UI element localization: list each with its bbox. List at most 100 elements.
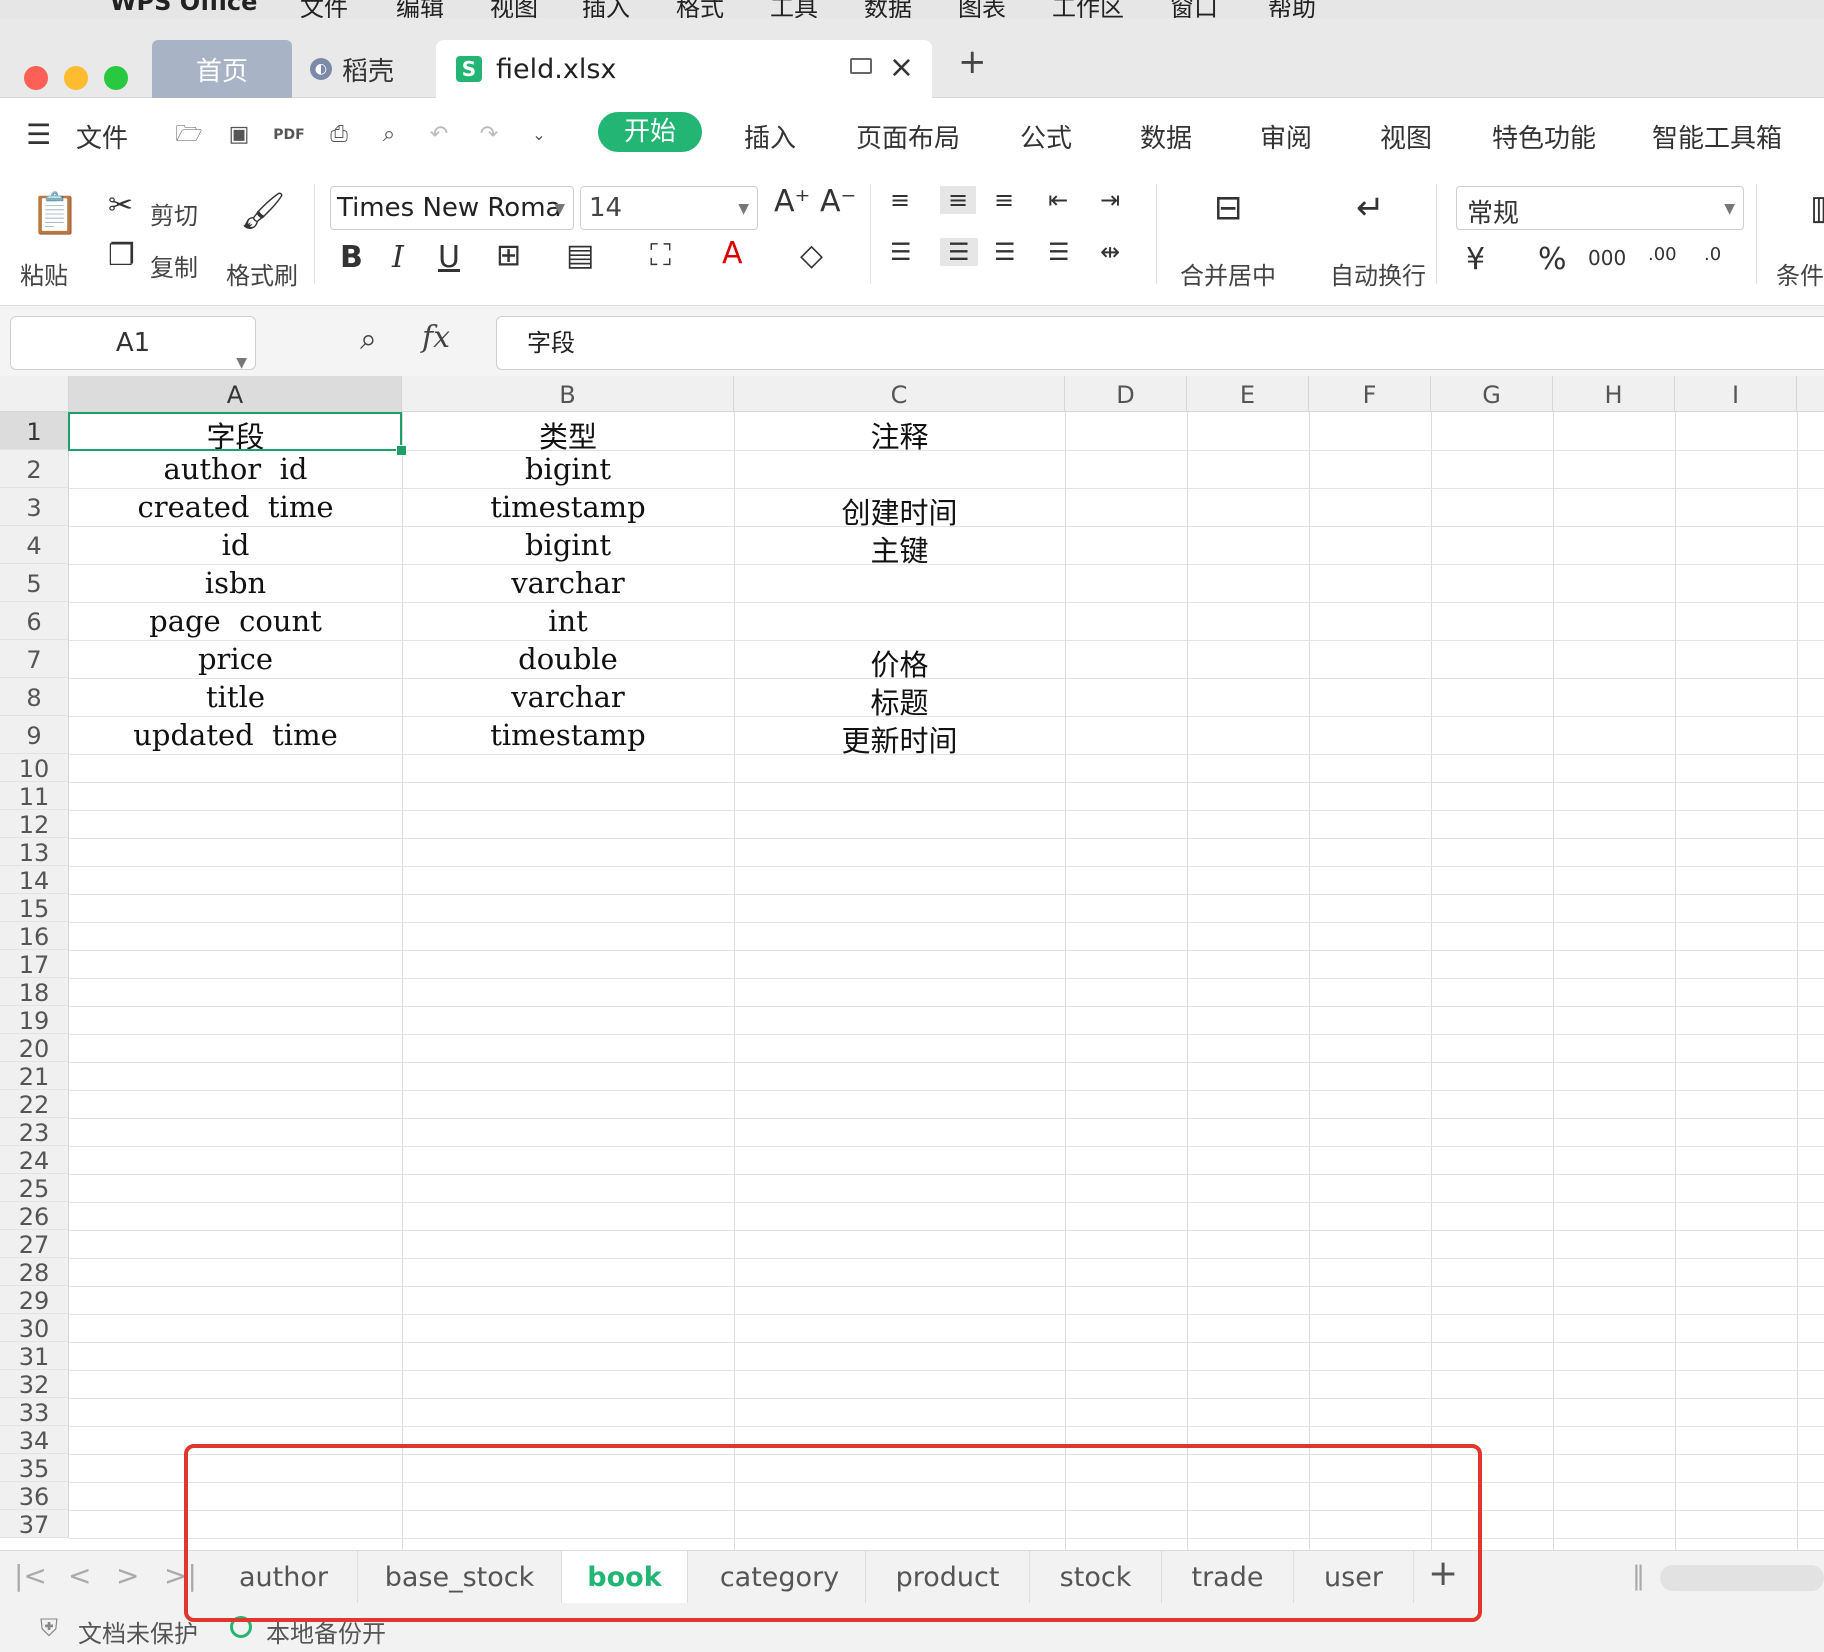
- row-header-5[interactable]: 5: [0, 564, 69, 602]
- decrease-indent-icon[interactable]: ⇤: [1048, 186, 1068, 214]
- increase-font-icon[interactable]: A⁺: [774, 184, 810, 219]
- cell-a3[interactable]: created time: [69, 490, 402, 524]
- bold-icon[interactable]: B: [340, 240, 363, 275]
- cell-a2[interactable]: author id: [69, 452, 402, 486]
- align-right-icon[interactable]: ☰: [994, 238, 1016, 266]
- row-header-13[interactable]: 13: [0, 838, 69, 867]
- align-bottom-icon[interactable]: ≡: [994, 186, 1014, 214]
- increase-decimal-icon[interactable]: .00: [1648, 244, 1677, 265]
- border-icon[interactable]: ⊞: [496, 238, 521, 273]
- column-header-i[interactable]: I: [1675, 376, 1797, 412]
- tab-home[interactable]: 首页: [152, 40, 292, 98]
- number-format-select[interactable]: 常规 ▼: [1456, 186, 1744, 230]
- spreadsheet-grid[interactable]: A B C D E F G H I 1 字段 类型 注释 2 author id…: [0, 376, 1824, 1550]
- row-header-30[interactable]: 30: [0, 1314, 69, 1343]
- zoom-window-button[interactable]: [104, 66, 128, 90]
- italic-icon[interactable]: I: [392, 240, 404, 275]
- column-header-b[interactable]: B: [402, 376, 734, 412]
- zoom-search-icon[interactable]: ⌕: [360, 322, 377, 357]
- os-menu-file[interactable]: 文件: [300, 0, 348, 18]
- row-header-34[interactable]: 34: [0, 1426, 69, 1455]
- cell-b4[interactable]: bigint: [402, 528, 734, 562]
- os-menu-edit[interactable]: 编辑: [396, 0, 444, 18]
- customize-dropdown-icon[interactable]: ⌄: [522, 118, 556, 152]
- thousands-icon[interactable]: 000: [1588, 246, 1626, 270]
- os-menu-window[interactable]: 窗口: [1170, 0, 1218, 18]
- close-tab-icon[interactable]: ×: [889, 50, 914, 85]
- cell-c1[interactable]: 注释: [734, 414, 1065, 456]
- menu-review[interactable]: 审阅: [1260, 118, 1312, 155]
- wrap-text-button[interactable]: 自动换行: [1330, 256, 1426, 291]
- cell-c7[interactable]: 价格: [734, 642, 1065, 684]
- row-header-4[interactable]: 4: [0, 526, 69, 564]
- cell-b7[interactable]: double: [402, 642, 734, 676]
- row-header-3[interactable]: 3: [0, 488, 69, 526]
- row-header-27[interactable]: 27: [0, 1230, 69, 1259]
- format-painter-icon[interactable]: 🖌: [240, 190, 286, 232]
- cell-b2[interactable]: bigint: [402, 452, 734, 486]
- row-header-20[interactable]: 20: [0, 1034, 69, 1063]
- cell-style-icon[interactable]: ▤: [566, 238, 594, 273]
- row-header-14[interactable]: 14: [0, 866, 69, 895]
- merge-center-button[interactable]: 合并居中: [1180, 256, 1276, 291]
- row-header-37[interactable]: 37: [0, 1510, 69, 1539]
- os-menu-workspace[interactable]: 工作区: [1052, 0, 1124, 18]
- os-menu-app[interactable]: WPS Office: [110, 0, 257, 16]
- cell-c8[interactable]: 标题: [734, 680, 1065, 722]
- row-header-19[interactable]: 19: [0, 1006, 69, 1035]
- save-icon[interactable]: ▣: [222, 118, 256, 152]
- cell-b8[interactable]: varchar: [402, 680, 734, 714]
- row-header-11[interactable]: 11: [0, 782, 69, 811]
- menu-formula[interactable]: 公式: [1020, 118, 1072, 155]
- first-sheet-icon[interactable]: |<: [14, 1559, 47, 1592]
- horizontal-scrollbar[interactable]: [1660, 1565, 1824, 1591]
- row-header-31[interactable]: 31: [0, 1342, 69, 1371]
- row-header-33[interactable]: 33: [0, 1398, 69, 1427]
- merge-center-icon[interactable]: ⊟: [1214, 188, 1243, 228]
- justify-icon[interactable]: ☰: [1048, 238, 1070, 266]
- align-top-icon[interactable]: ≡: [890, 186, 910, 214]
- undo-icon[interactable]: ↶: [422, 118, 456, 152]
- next-sheet-icon[interactable]: >: [116, 1559, 139, 1592]
- cell-a8[interactable]: title: [69, 680, 402, 714]
- row-header-29[interactable]: 29: [0, 1286, 69, 1315]
- row-header-6[interactable]: 6: [0, 602, 69, 640]
- clear-format-icon[interactable]: ◇: [800, 238, 823, 273]
- wrap-text-icon[interactable]: ↵: [1356, 188, 1385, 228]
- cell-a7[interactable]: price: [69, 642, 402, 676]
- align-center-icon[interactable]: ☰: [940, 238, 978, 266]
- row-header-32[interactable]: 32: [0, 1370, 69, 1399]
- menu-data[interactable]: 数据: [1140, 118, 1192, 155]
- cut-button[interactable]: 剪切: [150, 196, 198, 231]
- row-header-17[interactable]: 17: [0, 950, 69, 979]
- font-name-select[interactable]: Times New Roma ▼: [330, 186, 574, 230]
- protect-status[interactable]: 文档未保护: [78, 1614, 198, 1649]
- os-menu-insert[interactable]: 插入: [582, 0, 630, 18]
- percent-icon[interactable]: %: [1538, 242, 1567, 277]
- copy-icon[interactable]: ❐: [108, 238, 135, 273]
- row-header-36[interactable]: 36: [0, 1482, 69, 1511]
- decrease-font-icon[interactable]: A⁻: [820, 184, 856, 219]
- menu-insert[interactable]: 插入: [744, 118, 796, 155]
- split-handle-icon[interactable]: ‖: [1632, 1561, 1645, 1591]
- function-icon[interactable]: fx: [422, 320, 450, 355]
- select-all-corner[interactable]: [0, 376, 69, 412]
- distributed-icon[interactable]: ⇹: [1100, 238, 1120, 266]
- row-header-25[interactable]: 25: [0, 1174, 69, 1203]
- decrease-decimal-icon[interactable]: .0: [1704, 244, 1721, 265]
- column-header-next[interactable]: [1797, 376, 1824, 412]
- font-size-select[interactable]: 14 ▼: [580, 186, 758, 230]
- align-left-icon[interactable]: ☰: [890, 238, 912, 266]
- column-header-h[interactable]: H: [1553, 376, 1675, 412]
- cell-c3[interactable]: 创建时间: [734, 490, 1065, 532]
- print-icon[interactable]: ⎙: [322, 118, 356, 152]
- menu-page-layout[interactable]: 页面布局: [856, 118, 960, 155]
- os-menu-format[interactable]: 格式: [676, 0, 724, 18]
- format-painter-button[interactable]: 格式刷: [226, 256, 298, 291]
- tab-docer[interactable]: ◐ 稻壳: [310, 40, 430, 98]
- menu-view[interactable]: 视图: [1380, 118, 1432, 155]
- os-menu-data[interactable]: 数据: [864, 0, 912, 18]
- os-menu-view[interactable]: 视图: [490, 0, 538, 18]
- cell-b1[interactable]: 类型: [402, 414, 734, 456]
- column-header-c[interactable]: C: [734, 376, 1065, 412]
